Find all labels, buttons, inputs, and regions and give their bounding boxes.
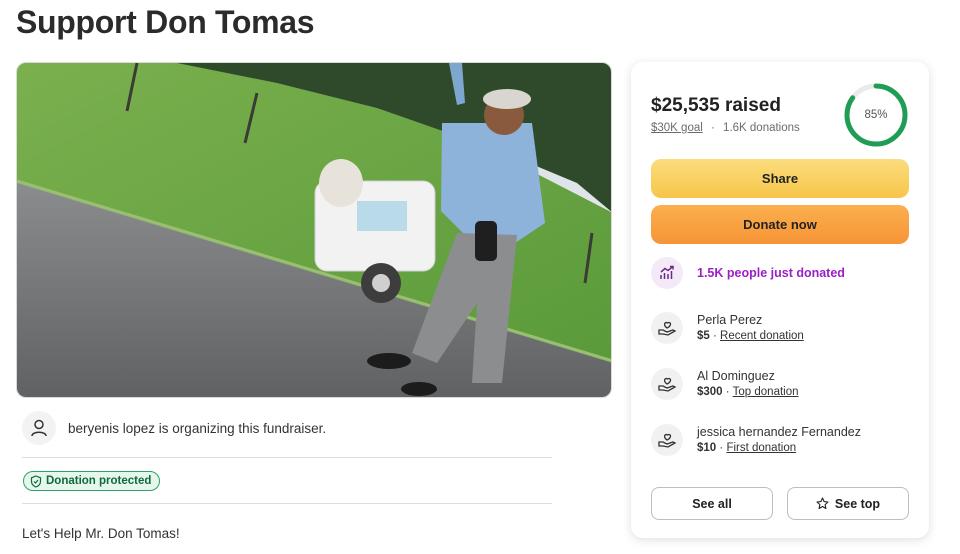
organizer-row: beryenis lopez is organizing this fundra… — [22, 410, 552, 446]
donation-hand-icon — [658, 433, 677, 448]
campaign-photo[interactable] — [16, 62, 612, 398]
see-top-button[interactable]: See top — [787, 487, 909, 520]
trending-donations: 1.5K people just donated — [651, 255, 909, 291]
goal-link[interactable]: $30K goal — [651, 122, 703, 134]
shield-icon — [30, 474, 42, 488]
page-title: Support Don Tomas — [16, 4, 315, 40]
share-button[interactable]: Share — [651, 159, 909, 198]
donation-hand-icon-wrap — [651, 312, 683, 344]
divider — [22, 503, 552, 504]
donation-amount: $300 — [697, 386, 723, 398]
donor-dot: · — [719, 442, 724, 454]
donor-row: Perla Perez $5 · Recent donation — [651, 310, 909, 346]
organizer-avatar — [22, 411, 56, 445]
donation-hand-icon — [658, 377, 677, 392]
first-donation-link[interactable]: First donation — [726, 442, 796, 454]
meta-separator: · — [711, 122, 715, 134]
progress-ring: 85% — [842, 81, 910, 149]
see-all-button[interactable]: See all — [651, 487, 773, 520]
donation-hand-icon — [658, 321, 677, 336]
donation-protected-badge[interactable]: Donation protected — [23, 471, 161, 491]
amount-raised: $25,535 raised — [651, 95, 781, 116]
donor-row: jessica hernandez Fernandez $10 · First … — [651, 422, 909, 458]
donation-protected-label: Donation protected — [46, 475, 152, 487]
trending-text: 1.5K people just donated — [697, 266, 845, 280]
trend-icon-wrap — [651, 257, 683, 289]
donate-now-button[interactable]: Donate now — [651, 205, 909, 244]
donor-name: Perla Perez — [697, 313, 763, 327]
trending-up-icon — [660, 265, 674, 279]
donation-count: 1.6K donations — [723, 122, 800, 134]
star-icon — [816, 497, 829, 510]
user-icon — [31, 419, 47, 437]
donor-name: jessica hernandez Fernandez — [697, 425, 861, 439]
progress-label: 85% — [864, 109, 888, 121]
story-text: Let's Help Mr. Don Tomas! — [22, 526, 180, 541]
donation-amount: $10 — [697, 442, 717, 454]
donor-name: Al Dominguez — [697, 369, 775, 383]
recent-donation-link[interactable]: Recent donation — [720, 330, 804, 342]
donation-card: $25,535 raised $30K goal · 1.6K donation… — [631, 62, 929, 538]
top-donation-link[interactable]: Top donation — [733, 386, 799, 398]
see-all-label: See all — [692, 496, 732, 511]
divider — [22, 457, 552, 458]
donor-dot: · — [713, 330, 717, 342]
donation-amount: $5 — [697, 330, 710, 342]
donor-row: Al Dominguez $300 · Top donation — [651, 366, 909, 402]
see-top-label: See top — [834, 496, 881, 511]
goal-meta: $30K goal · 1.6K donations — [651, 122, 800, 134]
donor-dot: · — [725, 386, 730, 398]
organizer-text: beryenis lopez is organizing this fundra… — [68, 420, 327, 436]
donation-hand-icon-wrap — [651, 424, 683, 456]
campaign-photo-illustration — [17, 63, 611, 397]
donation-hand-icon-wrap — [651, 368, 683, 400]
